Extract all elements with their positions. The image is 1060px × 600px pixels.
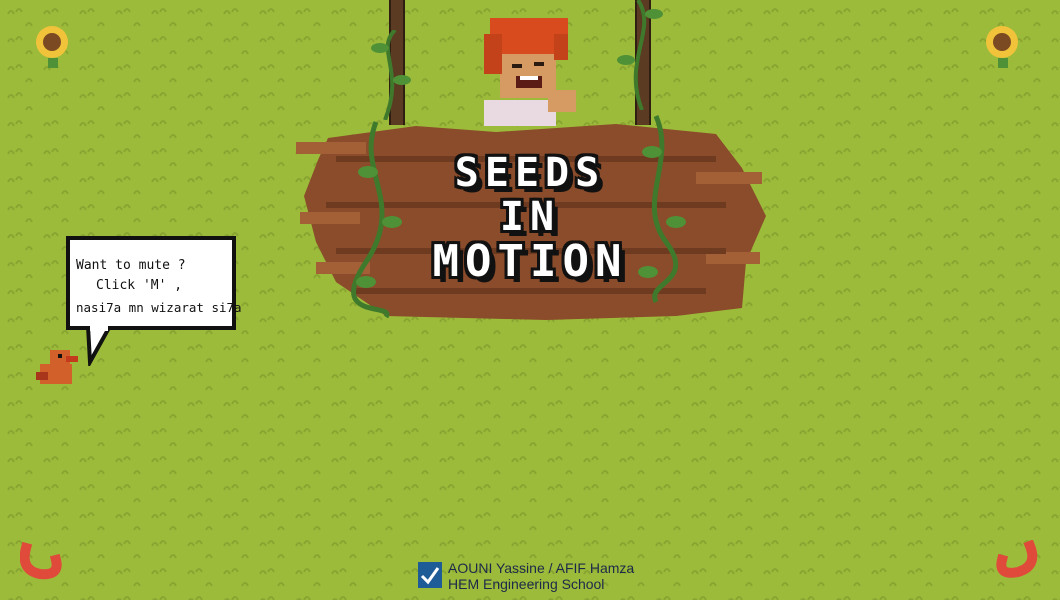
credits-school: HEM Engineering School (448, 576, 605, 592)
vine-left (371, 30, 411, 120)
credits-authors: AOUNI Yassine / AFIF Hamza (448, 560, 635, 576)
character-sprite (484, 18, 576, 126)
game-scene: SEEDS IN MOTION Want to mute ? Click 'M'… (0, 0, 1060, 600)
worm-icon (996, 540, 1038, 578)
speech-line-1: Want to mute ? (76, 258, 186, 273)
speech-line-3: nasi7a mn wizarat si7a (76, 300, 242, 315)
sunflower-icon (36, 26, 68, 68)
speech-bubble: Want to mute ? Click 'M' , nasi7a mn wiz… (66, 236, 242, 330)
title-line-3: MOTION (432, 236, 628, 287)
title-line-1: SEEDS (454, 150, 606, 196)
speech-bubble-tail (85, 326, 113, 366)
sunflower-icon (986, 26, 1018, 68)
speech-line-2: Click 'M' , (96, 278, 183, 293)
school-logo-icon (418, 562, 442, 588)
worm-icon (20, 541, 62, 580)
bird-icon (36, 350, 78, 384)
vine-right (617, 0, 663, 110)
title-line-2: IN (499, 194, 561, 240)
game-title: SEEDS IN MOTION (390, 148, 670, 288)
